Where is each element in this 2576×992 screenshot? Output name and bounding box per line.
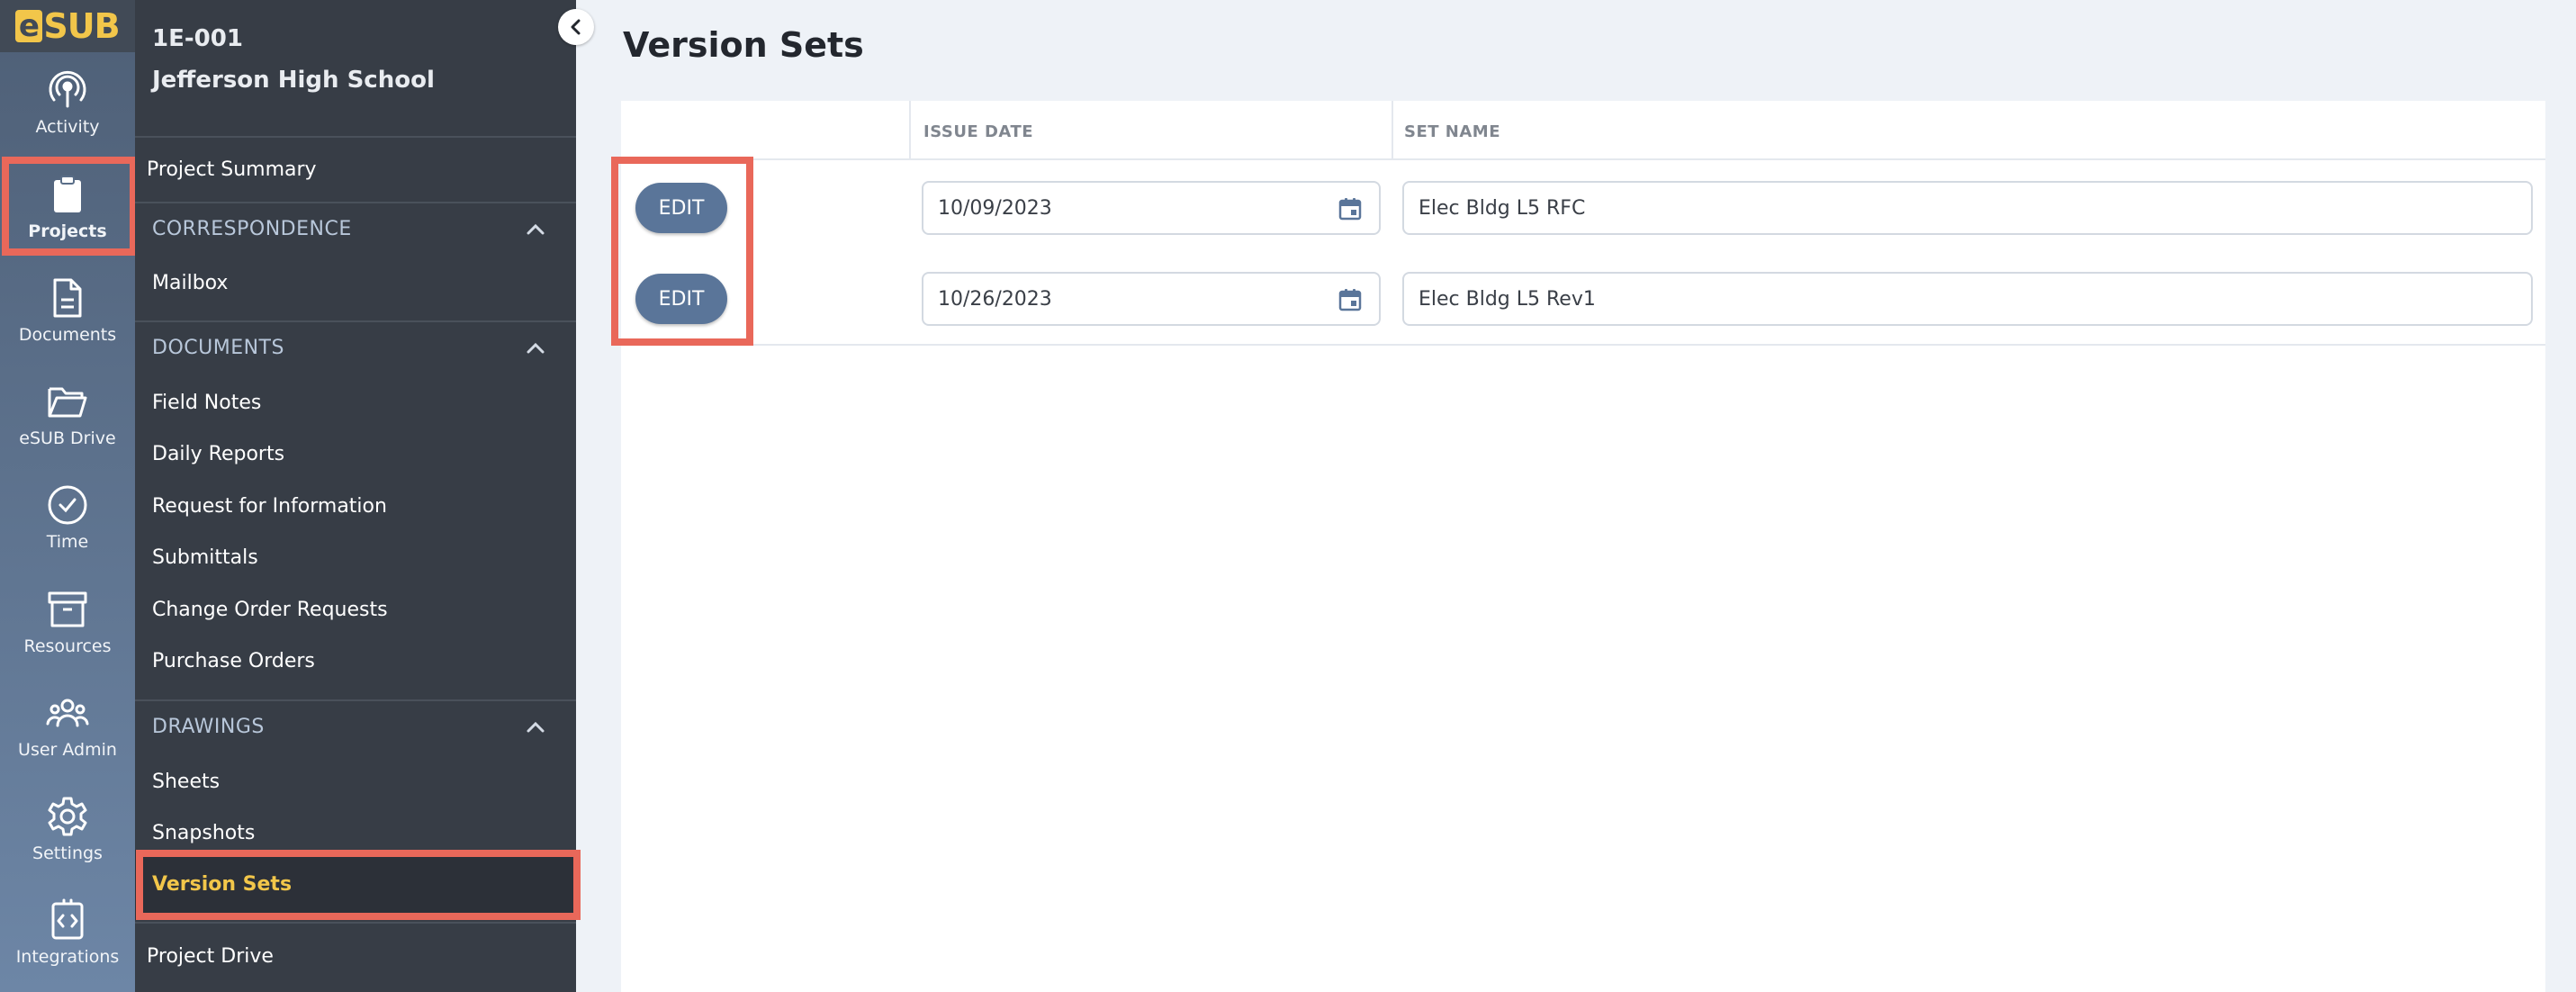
rail-label: eSUB Drive (19, 428, 116, 448)
nav-item-submittals[interactable]: Submittals (152, 546, 258, 569)
table-header: ISSUE DATE SET NAME (621, 101, 2545, 160)
nav-divider (135, 136, 576, 138)
rail-label: Projects (28, 221, 107, 241)
project-code: 1E-001 (152, 25, 243, 52)
rail-label: Documents (18, 325, 117, 345)
rail-item-settings[interactable]: Settings (0, 782, 135, 876)
issue-date-field[interactable]: 10/09/2023 (922, 181, 1381, 235)
logo-prefix: e (15, 10, 43, 42)
rail-item-activity[interactable]: Activity (0, 56, 135, 149)
document-icon (53, 278, 82, 318)
clock-icon (48, 485, 87, 525)
nav-item-daily-reports[interactable]: Daily Reports (152, 443, 284, 465)
nav-project-drive[interactable]: Project Drive (147, 945, 274, 968)
nav-item-purchase-orders[interactable]: Purchase Orders (152, 650, 315, 672)
issue-date-value: 10/26/2023 (938, 288, 1052, 311)
nav-item-snapshots[interactable]: Snapshots (152, 822, 255, 844)
nav-item-mailbox[interactable]: Mailbox (152, 272, 228, 294)
calendar-icon[interactable] (1338, 196, 1363, 221)
issue-date-field[interactable]: 10/26/2023 (922, 272, 1381, 326)
gear-icon (48, 797, 87, 836)
rail-label: Time (46, 532, 89, 552)
rail-item-user-admin[interactable]: User Admin (0, 679, 135, 772)
chevron-up-icon[interactable] (524, 337, 547, 360)
rail-label: Resources (23, 636, 112, 656)
edit-button[interactable]: EDIT (635, 274, 727, 324)
chevron-up-icon[interactable] (524, 716, 547, 739)
nav-item-field-notes[interactable]: Field Notes (152, 392, 261, 414)
set-name-value: Elec Bldg L5 RFC (1419, 197, 1586, 220)
nav-section-drawings[interactable]: DRAWINGS (152, 716, 265, 738)
page-title: Version Sets (623, 25, 864, 65)
set-name-field[interactable]: Elec Bldg L5 Rev1 (1402, 272, 2533, 326)
calendar-icon[interactable] (1338, 287, 1363, 312)
version-sets-table: ISSUE DATE SET NAME EDIT 10/09/2023 Elec… (621, 101, 2545, 992)
nav-section-correspondence[interactable]: CORRESPONDENCE (152, 218, 352, 240)
rail-item-resources[interactable]: Resources (0, 575, 135, 669)
rail-label: User Admin (18, 740, 117, 760)
issue-date-value: 10/09/2023 (938, 197, 1052, 220)
chevron-up-icon[interactable] (524, 218, 547, 241)
archive-icon (48, 591, 87, 627)
rail-item-esub-drive[interactable]: eSUB Drive (0, 367, 135, 461)
set-name-field[interactable]: Elec Bldg L5 RFC (1402, 181, 2533, 235)
rail-label: Activity (35, 117, 100, 137)
nav-item-rfi[interactable]: Request for Information (152, 495, 387, 518)
app-rail: e SUB Activity Projects Documents eSUB D… (0, 0, 135, 992)
nav-item-change-order-requests[interactable]: Change Order Requests (152, 599, 388, 621)
code-icon (51, 898, 84, 940)
edit-button[interactable]: EDIT (635, 183, 727, 233)
set-name-value: Elec Bldg L5 Rev1 (1419, 288, 1596, 311)
activity-icon (49, 70, 86, 108)
rail-label: Integrations (15, 947, 120, 967)
project-nav: 1E-001 Jefferson High School Project Sum… (135, 0, 576, 992)
column-header-issue-date[interactable]: ISSUE DATE (923, 122, 1033, 141)
rail-item-integrations[interactable]: Integrations (0, 886, 135, 979)
folder-icon (48, 387, 87, 418)
nav-section-documents[interactable]: DOCUMENTS (152, 337, 284, 359)
logo-suffix: SUB (43, 6, 120, 46)
nav-project-summary[interactable]: Project Summary (147, 158, 317, 181)
column-separator (909, 101, 911, 160)
users-icon (46, 699, 89, 727)
nav-divider (135, 922, 576, 924)
rail-item-projects[interactable]: Projects (0, 160, 135, 254)
column-separator (1392, 101, 1393, 160)
rail-label: Settings (32, 843, 103, 863)
nav-divider (135, 320, 576, 322)
rail-item-documents[interactable]: Documents (0, 264, 135, 357)
esub-logo[interactable]: e SUB (0, 0, 135, 52)
clipboard-icon (54, 176, 81, 212)
nav-divider (135, 202, 576, 203)
nav-item-sheets[interactable]: Sheets (152, 771, 220, 793)
collapse-nav-button[interactable] (558, 9, 594, 45)
nav-divider (135, 699, 576, 701)
table-divider (621, 344, 2545, 346)
project-name: Jefferson High School (152, 67, 435, 94)
nav-item-version-sets-label: Version Sets (152, 873, 293, 896)
column-header-set-name[interactable]: SET NAME (1404, 122, 1500, 141)
rail-item-time[interactable]: Time (0, 471, 135, 564)
chevron-left-icon (571, 19, 581, 35)
